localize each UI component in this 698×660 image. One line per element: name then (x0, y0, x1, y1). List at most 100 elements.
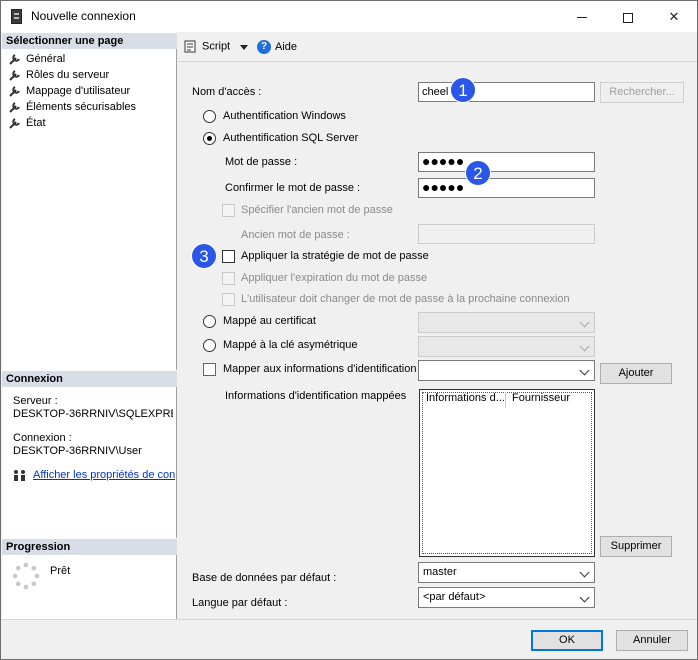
server-app-icon (11, 9, 22, 24)
minimize-button[interactable] (559, 1, 605, 32)
chevron-down-icon (579, 341, 590, 352)
credentials-select[interactable] (418, 360, 595, 381)
wrench-icon (9, 86, 20, 97)
progress-status: Prêt (50, 565, 71, 577)
step-badge-1: 1 (450, 77, 476, 103)
script-dropdown-arrow[interactable] (240, 42, 248, 54)
map-credentials-checkbox[interactable] (203, 363, 216, 376)
grid-focus-border (422, 392, 592, 554)
wrench-icon (9, 102, 20, 113)
title-bar: Nouvelle connexion ✕ (1, 1, 697, 32)
asymmetric-key-select[interactable] (418, 336, 595, 357)
confirm-password-input[interactable]: ●●●●● (418, 178, 595, 198)
chevron-down-icon (579, 592, 590, 603)
script-label: Script (202, 40, 231, 53)
step-badge-2: 2 (465, 160, 491, 186)
page-item-label: Mappage d'utilisateur (26, 85, 131, 97)
mapped-certificate-label: Mappé au certificat (223, 315, 316, 327)
step-badge-3: 3 (191, 243, 217, 269)
select-page-header: Sélectionner une page (2, 32, 177, 49)
wrench-icon (9, 54, 20, 65)
main-form: Nom d'accès : cheel Rechercher... 1 Auth… (178, 63, 697, 619)
chevron-down-icon (240, 45, 248, 50)
wrench-icon (9, 118, 20, 129)
login-name-input[interactable]: cheel (418, 82, 595, 102)
default-language-select[interactable]: <par défaut> (418, 587, 595, 608)
page-item-label: Éléments sécurisables (26, 101, 137, 113)
view-connection-properties-link[interactable]: Afficher les propriétés de conn (33, 469, 175, 481)
certificate-select[interactable] (418, 312, 595, 333)
window-title: Nouvelle connexion (31, 9, 136, 23)
help-button[interactable]: ? Aide (257, 40, 297, 54)
script-icon (184, 40, 196, 53)
toolbar: Script ? Aide (178, 32, 697, 62)
enforce-policy-label: Appliquer la stratégie de mot de passe (241, 250, 429, 262)
mapped-credentials-label: Informations d'identification mappées (225, 390, 407, 402)
chevron-down-icon (579, 317, 590, 328)
sql-auth-radio[interactable] (203, 132, 216, 145)
page-item-server-roles[interactable]: Rôles du serveur (8, 67, 109, 83)
page-item-general[interactable]: Général (8, 51, 65, 67)
grid-column-header[interactable]: Fournisseur (508, 392, 590, 408)
page-item-label: État (26, 117, 46, 129)
enforce-expiration-label: Appliquer l'expiration du mot de passe (241, 272, 428, 284)
add-credential-button[interactable]: Ajouter (600, 363, 672, 384)
default-database-label: Base de données par défaut : (192, 572, 337, 584)
default-database-select[interactable]: master (418, 562, 595, 583)
cancel-button[interactable]: Annuler (616, 630, 688, 651)
wrench-icon (9, 70, 20, 81)
close-icon: ✕ (668, 9, 680, 24)
windows-auth-label: Authentification Windows (223, 110, 346, 122)
windows-auth-radio[interactable] (203, 110, 216, 123)
enforce-expiration-checkbox[interactable] (222, 272, 235, 285)
password-input[interactable]: ●●●●● (418, 152, 595, 172)
old-password-input[interactable] (418, 224, 595, 244)
login-name-label: Nom d'accès : (192, 86, 262, 98)
mapped-credentials-grid[interactable]: Informations d... Fournisseur (419, 389, 595, 557)
page-item-status[interactable]: État (8, 115, 46, 131)
help-icon: ? (257, 40, 271, 54)
page-item-user-mapping[interactable]: Mappage d'utilisateur (8, 83, 130, 99)
mapped-certificate-radio[interactable] (203, 315, 216, 328)
connection-properties-icon (14, 470, 25, 481)
remove-credential-button[interactable]: Supprimer (600, 536, 672, 557)
help-label: Aide (275, 40, 298, 53)
minimize-icon (577, 17, 587, 19)
ok-button[interactable]: OK (531, 630, 603, 651)
default-language-value: <par défaut> (423, 591, 486, 603)
chevron-down-icon (579, 567, 590, 578)
page-item-securables[interactable]: Éléments sécurisables (8, 99, 136, 115)
enforce-policy-checkbox[interactable] (222, 250, 235, 263)
server-label: Serveur : (13, 395, 58, 407)
must-change-label: L'utilisateur doit changer de mot de pas… (241, 293, 570, 305)
must-change-checkbox[interactable] (222, 293, 235, 306)
default-database-value: master (423, 566, 457, 578)
script-button[interactable]: Script (184, 40, 230, 53)
old-password-label: Ancien mot de passe : (241, 229, 350, 241)
maximize-icon (623, 12, 633, 23)
connection-label: Connexion : (13, 432, 72, 444)
specify-old-password-checkbox[interactable] (222, 204, 235, 217)
dialog-window: Nouvelle connexion ✕ Sélectionner une pa… (0, 0, 698, 660)
progress-header: Progression (2, 538, 177, 555)
map-credentials-label: Mapper aux informations d'identification (223, 363, 417, 375)
progress-spinner-icon (12, 562, 40, 590)
connection-header: Connexion (2, 370, 177, 387)
connection-value: DESKTOP-36RRNIV\User (13, 445, 142, 457)
page-item-label: Rôles du serveur (26, 69, 110, 81)
password-label: Mot de passe : (225, 156, 298, 168)
close-button[interactable]: ✕ (651, 1, 697, 32)
mapped-asymmetric-key-label: Mappé à la clé asymétrique (223, 339, 358, 351)
chevron-down-icon (579, 365, 590, 376)
default-language-label: Langue par défaut : (192, 597, 288, 609)
server-value: DESKTOP-36RRNIV\SQLEXPRE (13, 408, 173, 420)
maximize-button[interactable] (605, 1, 651, 32)
search-button[interactable]: Rechercher... (600, 82, 684, 103)
sql-auth-label: Authentification SQL Server (223, 132, 359, 144)
button-bar: OK Annuler (1, 619, 697, 659)
confirm-password-label: Confirmer le mot de passe : (225, 182, 361, 194)
specify-old-password-label: Spécifier l'ancien mot de passe (241, 204, 393, 216)
left-pane: Sélectionner une page Général Rôles du s… (2, 32, 177, 619)
mapped-asymmetric-key-radio[interactable] (203, 339, 216, 352)
grid-column-header[interactable]: Informations d... (422, 392, 506, 408)
